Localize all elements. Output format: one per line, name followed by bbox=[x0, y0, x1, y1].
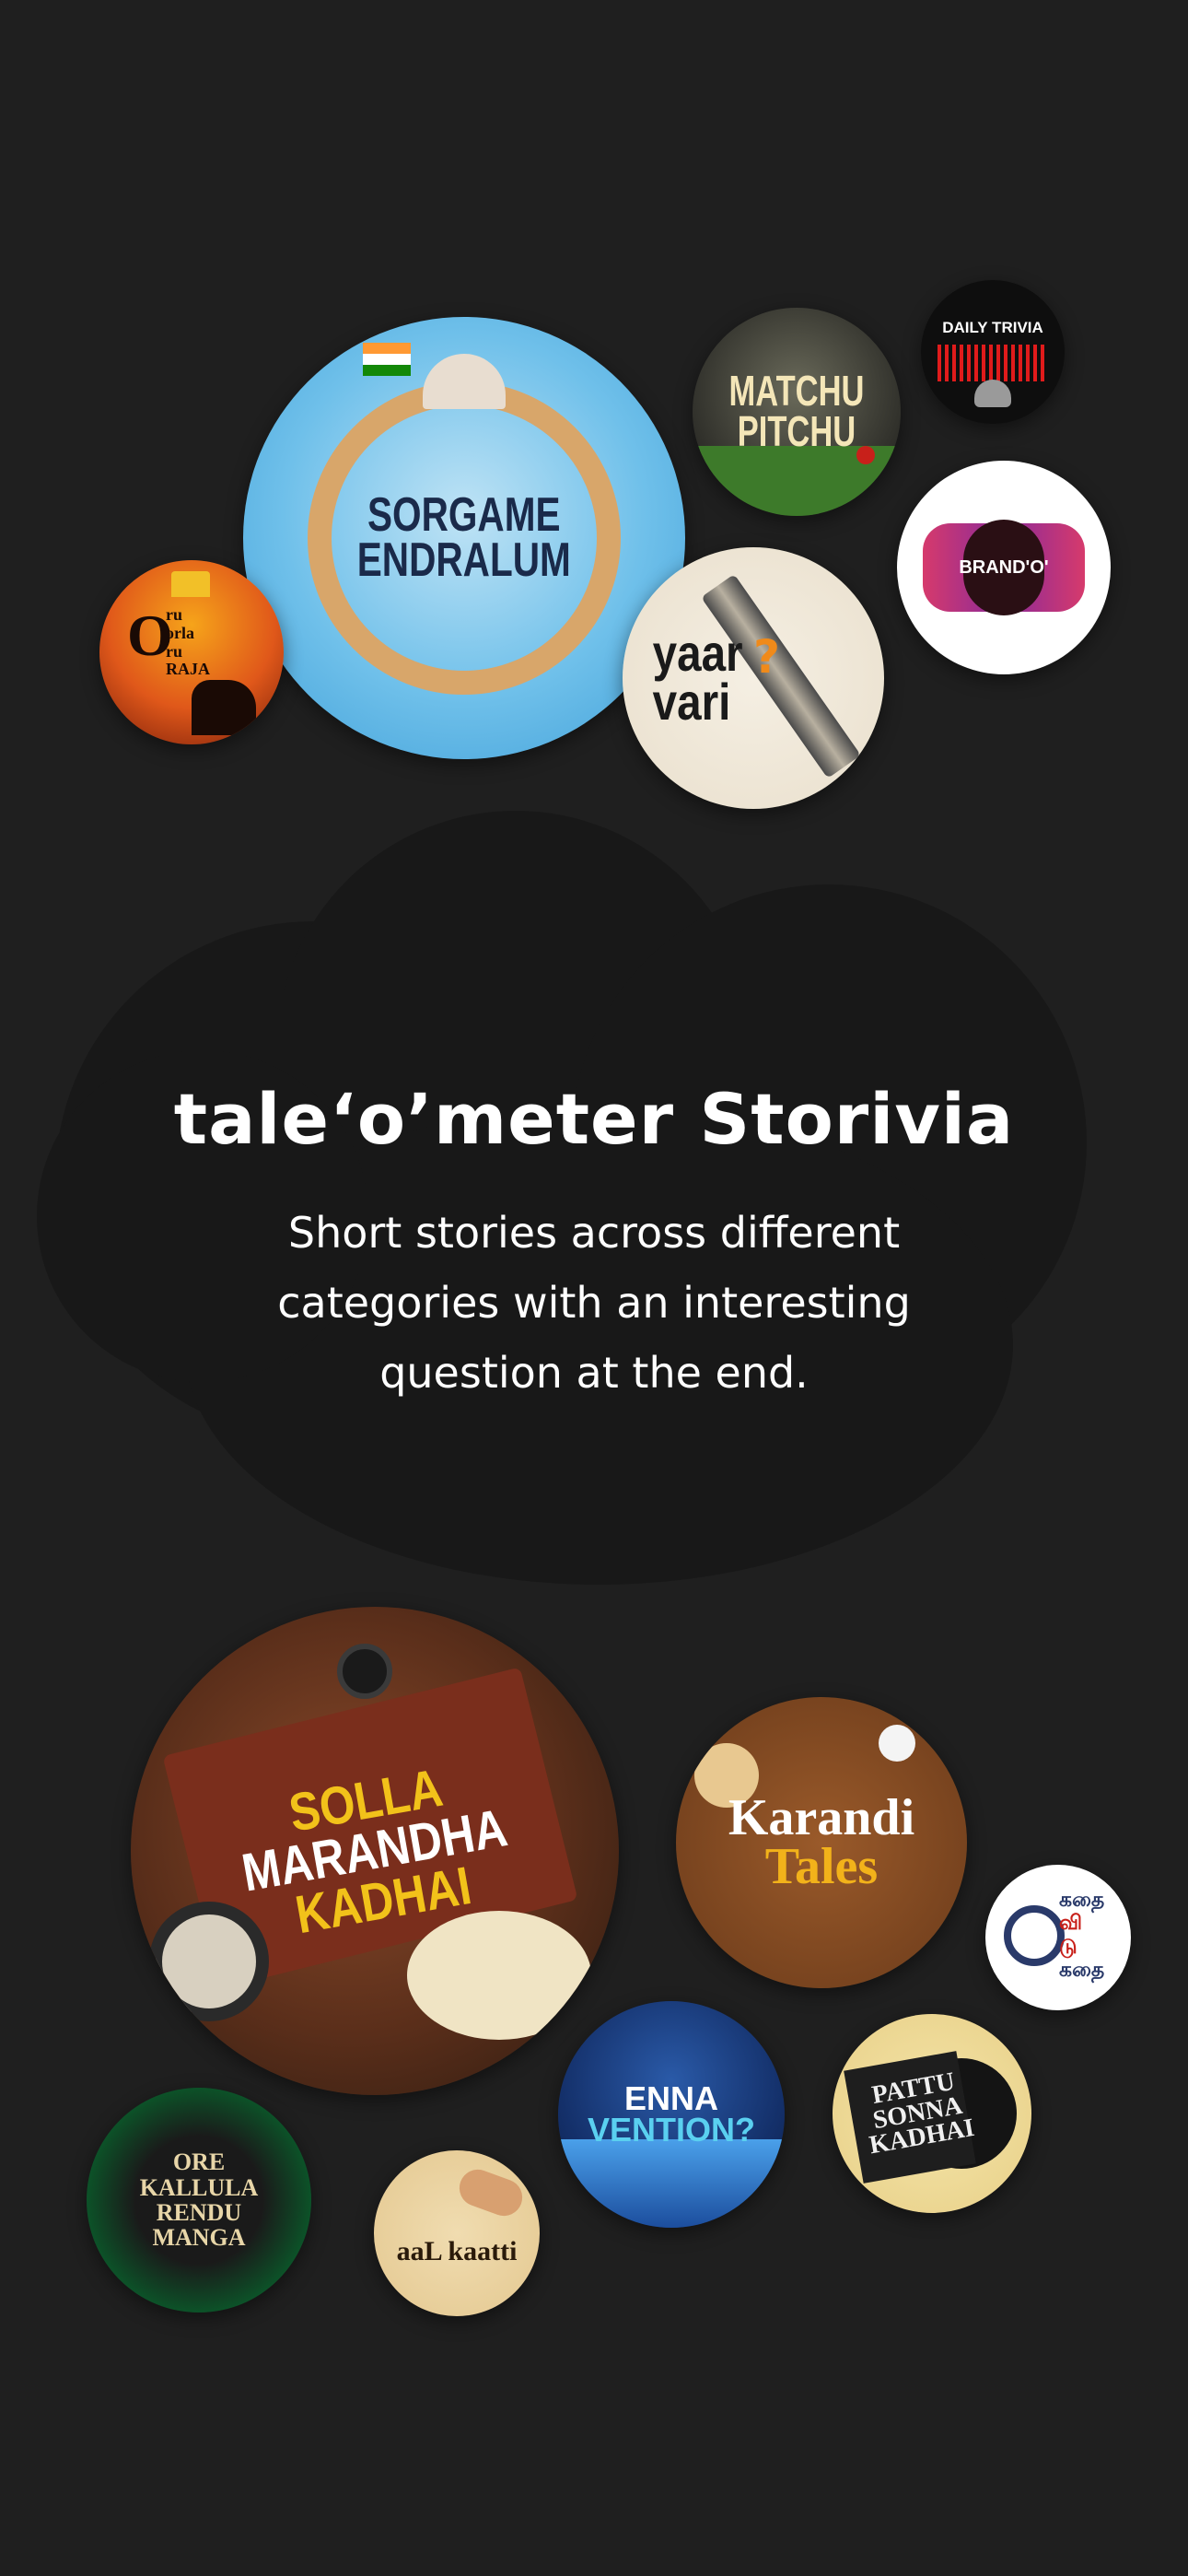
karandi-line2: Tales bbox=[764, 1838, 879, 1895]
question-mark-icon bbox=[337, 1644, 392, 1699]
enna-line2: VENTION? bbox=[587, 2111, 755, 2149]
show-sorgame-endralum[interactable]: SORGAME ENDRALUM bbox=[243, 317, 685, 759]
sorgame-line1: SORGAME bbox=[367, 487, 561, 542]
aal-kaatti-label: aaL kaatti bbox=[396, 2235, 518, 2266]
show-ore-kallula-rendu-manga[interactable]: ORE KALLULA RENDU MANGA bbox=[87, 2088, 311, 2313]
popcorn-pile bbox=[407, 1911, 591, 2040]
matchu-line2: PITCHU bbox=[737, 407, 856, 455]
kathai-line1: கதை bbox=[1059, 1889, 1105, 1912]
show-kathai-vittu-kathai[interactable]: கதை வி டு கதை bbox=[985, 1865, 1131, 2010]
daily-trivia-label: DAILY TRIVIA bbox=[942, 319, 1043, 336]
brando-label: BRAND'O' bbox=[959, 556, 1049, 578]
matchu-line1: MATCHU bbox=[728, 367, 865, 416]
show-daily-trivia[interactable]: DAILY TRIVIA bbox=[921, 280, 1065, 424]
yaar-line1: yaar bbox=[652, 624, 743, 682]
yaar-line2: vari bbox=[652, 673, 731, 732]
oru-line4: RAJA bbox=[166, 660, 210, 679]
sorgame-line2: ENDRALUM bbox=[356, 533, 572, 587]
show-solla-marandha-kadhai[interactable]: SOLLA MARANDHA KADHAI bbox=[131, 1607, 619, 2095]
india-flag-icon bbox=[363, 343, 411, 376]
show-pattu-sonna-kadhai[interactable]: PATTU SONNA KADHAI bbox=[833, 2014, 1031, 2213]
show-karandi-tales[interactable]: Karandi Tales bbox=[676, 1697, 967, 1988]
karandi-line1: Karandi bbox=[728, 1788, 915, 1846]
show-matchu-pitchu[interactable]: MATCHU PITCHU bbox=[693, 308, 901, 516]
yaar-question-mark: ? bbox=[753, 630, 781, 684]
oru-line2: orla bbox=[166, 623, 194, 642]
show-yaar-vari[interactable]: yaar vari ? bbox=[623, 547, 884, 809]
page-title: tale‘o’meter Storivia bbox=[173, 1078, 1015, 1160]
taj-mahal-illustration bbox=[423, 354, 506, 409]
show-oru-oorla-oru-raja[interactable]: O ru orla ru RAJA bbox=[99, 560, 284, 744]
enna-line1: ENNA bbox=[623, 2078, 718, 2117]
storivia-page: SORGAME ENDRALUM MATCHU PITCHU DAILY TRI… bbox=[0, 0, 1188, 2576]
kathai-line4: கதை bbox=[1059, 1958, 1105, 1982]
oru-line3: ru bbox=[166, 641, 182, 661]
kathai-line3: டு bbox=[1059, 1935, 1077, 1959]
horse-rider-silhouette bbox=[192, 680, 256, 735]
stage-floor bbox=[558, 2139, 785, 2228]
ore-line4: MANGA bbox=[152, 2224, 246, 2252]
ore-line3: RENDU bbox=[156, 2199, 242, 2226]
ore-line1: ORE bbox=[172, 2149, 226, 2176]
microphone-icon bbox=[974, 380, 1011, 407]
pointing-hand-icon bbox=[454, 2164, 528, 2221]
oru-line1: ru bbox=[166, 605, 182, 624]
kathai-line2: வி bbox=[1059, 1912, 1083, 1936]
ship-wheel-icon bbox=[1004, 1905, 1065, 1966]
audio-wave-graphic bbox=[938, 345, 1048, 381]
spoon-icon bbox=[879, 1725, 915, 1762]
ore-line2: KALLULA bbox=[139, 2173, 259, 2201]
show-enna-vention[interactable]: ENNA VENTION? bbox=[558, 2001, 785, 2228]
show-brando[interactable]: BRAND'O' bbox=[897, 461, 1111, 674]
page-subtitle: Short stories across different categorie… bbox=[277, 1208, 911, 1398]
crown-icon bbox=[171, 571, 210, 597]
show-aal-kaatti[interactable]: aaL kaatti bbox=[374, 2150, 540, 2316]
